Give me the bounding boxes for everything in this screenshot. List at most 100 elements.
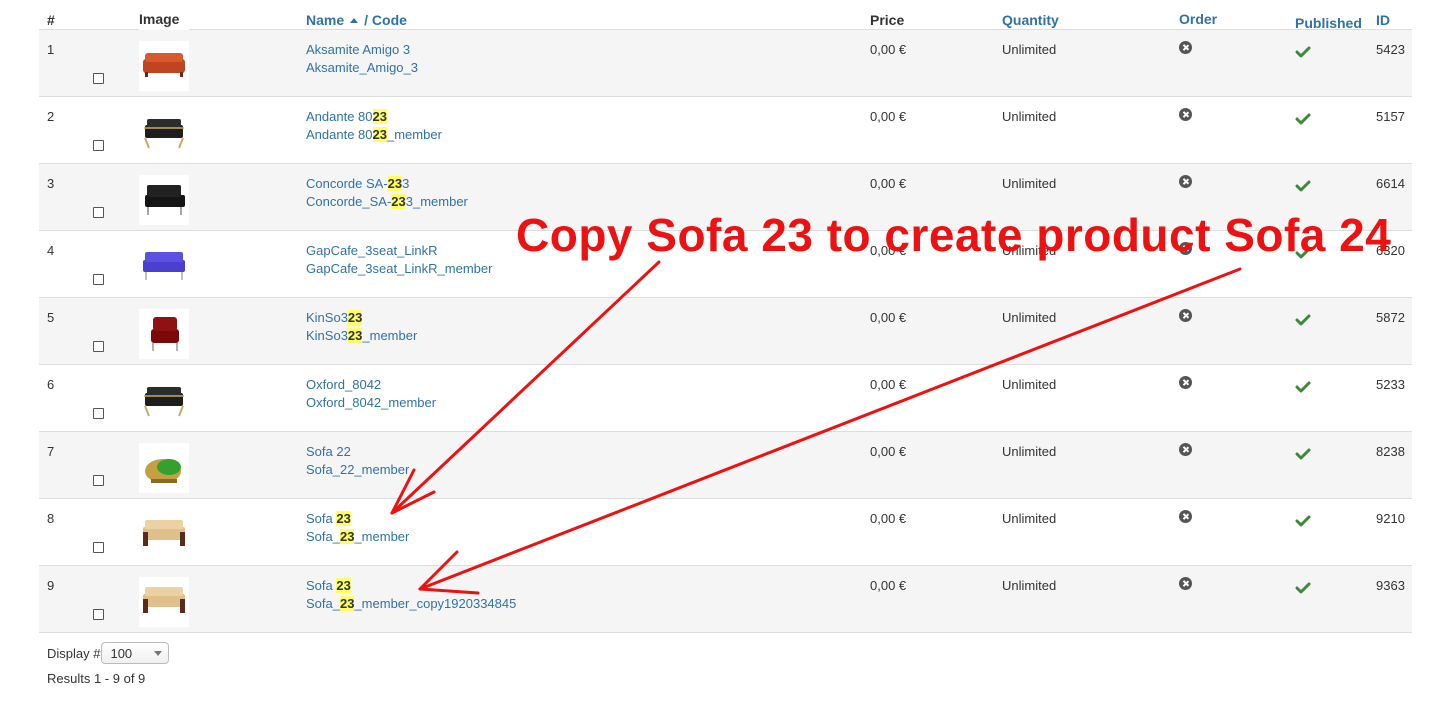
x-circle-icon[interactable]: [1179, 175, 1192, 188]
check-icon[interactable]: [1295, 447, 1311, 461]
product-code-link[interactable]: Concorde_SA-233_member: [306, 193, 468, 211]
product-price: 0,00 €: [870, 310, 907, 325]
table-body: 1 Aksamite Amigo 3 Aksamite_Amigo_3 0,00 € U…: [39, 30, 1412, 633]
product-quantity: Unlimited: [1002, 176, 1057, 191]
row-number: 3: [47, 176, 55, 191]
table-row: 9 Sofa 23 Sofa_23_member_copy1920334845 0,0…: [39, 566, 1412, 633]
row-checkbox[interactable]: [93, 274, 104, 285]
table-row: 7 Sofa 22 Sofa_22_member 0,00 € Unlimited 823…: [39, 432, 1412, 499]
product-price: 0,00 €: [870, 176, 907, 191]
product-thumbnail: [139, 175, 189, 225]
table-row: 6 Oxford_8042 Oxford_8042_member 0,00 € Unli…: [39, 365, 1412, 432]
table-row: 8 Sofa 23 Sofa_23_member 0,00 € Unlimited 921…: [39, 499, 1412, 566]
product-quantity: Unlimited: [1002, 42, 1057, 57]
table-row: 5 KinSo323 KinSo323_member 0,00 € Unlimited 5…: [39, 298, 1412, 365]
sort-by-id-link[interactable]: ID: [1376, 11, 1390, 29]
sort-by-order-link[interactable]: Order: [1179, 11, 1217, 27]
products-table: # Image Name / Code Price Quantity Order …: [39, 0, 1412, 633]
product-quantity: Unlimited: [1002, 377, 1057, 392]
row-number: 5: [47, 310, 55, 325]
results-count: Results 1 - 9 of 9: [47, 671, 146, 686]
check-icon[interactable]: [1295, 179, 1311, 193]
product-name-cell: Aksamite Amigo 3 Aksamite_Amigo_3: [306, 41, 418, 77]
product-code-link[interactable]: KinSo323_member: [306, 327, 417, 345]
table-row: 1 Aksamite Amigo 3 Aksamite_Amigo_3 0,00 € U…: [39, 30, 1412, 97]
row-checkbox[interactable]: [93, 140, 104, 151]
product-name-cell: Sofa 23 Sofa_23_member: [306, 510, 409, 546]
table-header: # Image Name / Code Price Quantity Order …: [39, 0, 1412, 61]
product-id: 5423: [1376, 42, 1405, 57]
product-code-link[interactable]: Sofa_23_member_copy1920334845: [306, 595, 516, 613]
product-thumbnail: [139, 376, 189, 426]
sort-by-name-link[interactable]: Name: [306, 12, 344, 28]
product-thumbnail: [139, 443, 189, 493]
product-quantity: Unlimited: [1002, 310, 1057, 325]
sort-by-quantity-link[interactable]: Quantity: [1002, 11, 1059, 29]
product-name-cell: Concorde SA-233 Concorde_SA-233_member: [306, 175, 468, 211]
display-count-select[interactable]: 100: [101, 642, 170, 664]
product-code-link[interactable]: GapCafe_3seat_LinkR_member: [306, 260, 492, 278]
product-thumbnail: [139, 577, 189, 627]
row-checkbox[interactable]: [93, 207, 104, 218]
product-code-link[interactable]: Sofa_23_member: [306, 528, 409, 546]
x-circle-icon[interactable]: [1179, 41, 1192, 54]
row-number: 9: [47, 578, 55, 593]
row-checkbox[interactable]: [93, 73, 104, 84]
product-name-link[interactable]: Andante 8023: [306, 108, 442, 126]
row-checkbox[interactable]: [93, 609, 104, 620]
x-circle-icon[interactable]: [1179, 577, 1192, 590]
product-name-link[interactable]: Sofa 22: [306, 443, 409, 461]
product-price: 0,00 €: [870, 109, 907, 124]
product-name-link[interactable]: Sofa 23: [306, 577, 516, 595]
annotation-text: Copy Sofa 23 to create product Sofa 24: [516, 209, 1392, 261]
product-id: 6614: [1376, 176, 1405, 191]
x-circle-icon[interactable]: [1179, 510, 1192, 523]
x-circle-icon[interactable]: [1179, 108, 1192, 121]
product-name-link[interactable]: Concorde SA-233: [306, 175, 468, 193]
product-id: 5157: [1376, 109, 1405, 124]
x-circle-icon[interactable]: [1179, 443, 1192, 456]
product-name-link[interactable]: Sofa 23: [306, 510, 409, 528]
product-name-link[interactable]: KinSo323: [306, 309, 417, 327]
row-checkbox[interactable]: [93, 475, 104, 486]
product-quantity: Unlimited: [1002, 444, 1057, 459]
sort-by-code-link[interactable]: / Code: [364, 12, 407, 28]
product-name-cell: GapCafe_3seat_LinkR GapCafe_3seat_LinkR_m…: [306, 242, 492, 278]
x-circle-icon[interactable]: [1179, 376, 1192, 389]
product-price: 0,00 €: [870, 377, 907, 392]
display-label: Display #: [47, 645, 101, 661]
check-icon[interactable]: [1295, 45, 1311, 59]
product-name-link[interactable]: Aksamite Amigo 3: [306, 41, 418, 59]
x-circle-icon[interactable]: [1179, 309, 1192, 322]
row-checkbox[interactable]: [93, 542, 104, 553]
product-code-link[interactable]: Sofa_22_member: [306, 461, 409, 479]
sort-by-published-link[interactable]: Published: [1295, 15, 1362, 31]
product-code-link[interactable]: Oxford_8042_member: [306, 394, 436, 412]
check-icon[interactable]: [1295, 313, 1311, 327]
row-checkbox[interactable]: [93, 408, 104, 419]
header-number: #: [47, 12, 55, 28]
product-quantity: Unlimited: [1002, 109, 1057, 124]
header-name[interactable]: Name / Code: [306, 11, 407, 29]
product-name-cell: KinSo323 KinSo323_member: [306, 309, 417, 345]
product-name-cell: Andante 8023 Andante 8023_member: [306, 108, 442, 144]
product-id: 5872: [1376, 310, 1405, 325]
row-number: 2: [47, 109, 55, 124]
row-number: 6: [47, 377, 55, 392]
check-icon[interactable]: [1295, 514, 1311, 528]
check-icon[interactable]: [1295, 581, 1311, 595]
row-number: 7: [47, 444, 55, 459]
row-number: 4: [47, 243, 55, 258]
product-name-link[interactable]: Oxford_8042: [306, 376, 436, 394]
product-name-link[interactable]: GapCafe_3seat_LinkR: [306, 242, 492, 260]
sort-ascending-icon: [350, 17, 359, 23]
product-price: 0,00 €: [870, 511, 907, 526]
check-icon[interactable]: [1295, 380, 1311, 394]
check-icon[interactable]: [1295, 112, 1311, 126]
product-id: 9210: [1376, 511, 1405, 526]
row-number: 8: [47, 511, 55, 526]
product-code-link[interactable]: Aksamite_Amigo_3: [306, 59, 418, 77]
product-thumbnail: [139, 510, 189, 560]
product-code-link[interactable]: Andante 8023_member: [306, 126, 442, 144]
row-checkbox[interactable]: [93, 341, 104, 352]
